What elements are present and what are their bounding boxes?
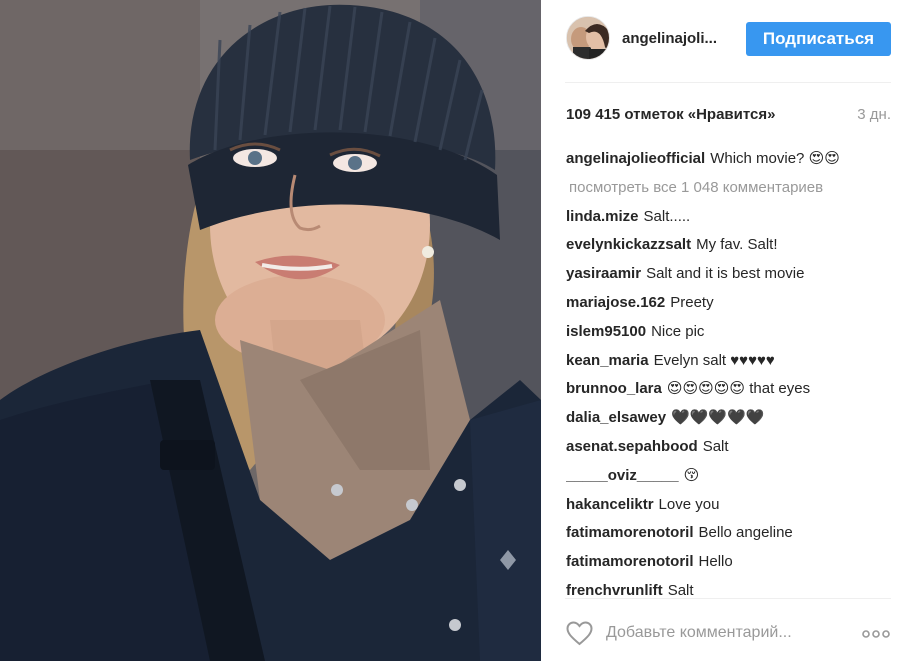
comment-item: linda.mize Salt..... — [566, 207, 892, 236]
post-header: angelinajoli... Подписаться — [541, 0, 900, 82]
comment-item: mariajose.162 Preety — [566, 293, 892, 322]
comment-item: islem95100 Nice pic — [566, 322, 892, 351]
comment-username[interactable]: evelynkickazzsalt — [566, 236, 691, 253]
comment-item: asenat.sepahbood Salt — [566, 437, 892, 466]
more-options-button[interactable] — [861, 627, 891, 639]
comment-username[interactable]: mariajose.162 — [566, 294, 665, 311]
comment-text: Salt..... — [643, 207, 691, 225]
comment-item: evelynkickazzsalt My fav. Salt! — [566, 235, 892, 264]
caption: angelinajolieofficial Which movie? 😍😍 — [566, 149, 892, 178]
comment-username[interactable]: hakanceliktr — [566, 496, 654, 513]
comment-username[interactable]: yasiraamir — [566, 265, 641, 282]
comment-text: Evelyn salt ♥♥♥♥♥ — [653, 351, 775, 369]
post-photo-art — [0, 0, 541, 661]
comment-item: hakanceliktr Love you — [566, 495, 892, 524]
comment-text: Hello — [698, 553, 733, 571]
comment-username[interactable]: fatimamorenotoril — [566, 524, 694, 541]
caption-text: Which movie? 😍😍 — [710, 150, 840, 167]
follow-button[interactable]: Подписаться — [746, 22, 891, 56]
header-divider — [565, 82, 891, 83]
comment-text: Love you — [658, 495, 720, 513]
comment-item: fatimamorenotoril Bello angeline — [566, 523, 892, 552]
comment-text: Nice pic — [651, 322, 705, 340]
comment-username[interactable]: _____oviz_____ — [566, 467, 679, 484]
comment-text: Preety — [670, 293, 714, 311]
comment-username[interactable]: kean_maria — [566, 352, 649, 369]
comment-username[interactable]: asenat.sepahbood — [566, 438, 698, 455]
comment-username[interactable]: islem95100 — [566, 323, 646, 340]
comment-item: dalia_elsawey 🖤🖤🖤🖤🖤 — [566, 408, 892, 437]
post-author-username[interactable]: angelinajoli... — [622, 30, 717, 47]
comment-username[interactable]: linda.mize — [566, 208, 639, 225]
comment-item: brunnoo_lara 😍😍😍😍😍 that eyes — [566, 379, 892, 408]
view-all-comments-link[interactable]: посмотреть все 1 048 комментариев — [566, 178, 892, 207]
comment-item: kean_maria Evelyn salt ♥♥♥♥♥ — [566, 351, 892, 380]
avatar-image — [567, 17, 609, 59]
more-dots-icon — [862, 630, 890, 638]
comment-username[interactable]: frenchvrunlift — [566, 582, 663, 598]
avatar[interactable] — [566, 16, 610, 60]
post-stats: 109 415 отметок «Нравится» 3 дн. — [566, 106, 891, 126]
comment-text: Salt — [667, 581, 694, 598]
like-button[interactable] — [566, 621, 593, 646]
post-photo[interactable] — [0, 0, 541, 661]
comment-item: _____oviz_____ 😚 — [566, 466, 892, 495]
caption-username[interactable]: angelinajolieofficial — [566, 150, 705, 167]
comment-text: 🖤🖤🖤🖤🖤 — [671, 409, 765, 427]
comment-text: 😚 — [683, 466, 700, 484]
comment-username[interactable]: dalia_elsawey — [566, 409, 666, 426]
comments-list[interactable]: angelinajolieofficial Which movie? 😍😍 пос… — [566, 149, 892, 598]
comment-text: Salt and it is best movie — [646, 265, 805, 283]
likes-count[interactable]: 109 415 отметок «Нравится» — [566, 106, 775, 123]
add-comment-input[interactable] — [606, 620, 846, 646]
heart-outline-icon — [566, 621, 593, 646]
post-timestamp[interactable]: 3 дн. — [857, 106, 891, 123]
comment-text: Bello angeline — [698, 524, 793, 542]
comment-text: My fav. Salt! — [696, 236, 778, 254]
post-sidebar: angelinajoli... Подписаться 109 415 отме… — [541, 0, 900, 661]
comment-text: Salt — [702, 437, 729, 455]
comment-text: 😍😍😍😍😍 that eyes — [666, 380, 811, 398]
comment-item: fatimamorenotoril Hello — [566, 552, 892, 581]
footer-divider — [565, 598, 891, 599]
comment-username[interactable]: brunnoo_lara — [566, 380, 662, 397]
comment-username[interactable]: fatimamorenotoril — [566, 553, 694, 570]
comment-item: yasiraamir Salt and it is best movie — [566, 264, 892, 293]
comment-item: frenchvrunlift Salt — [566, 581, 892, 598]
